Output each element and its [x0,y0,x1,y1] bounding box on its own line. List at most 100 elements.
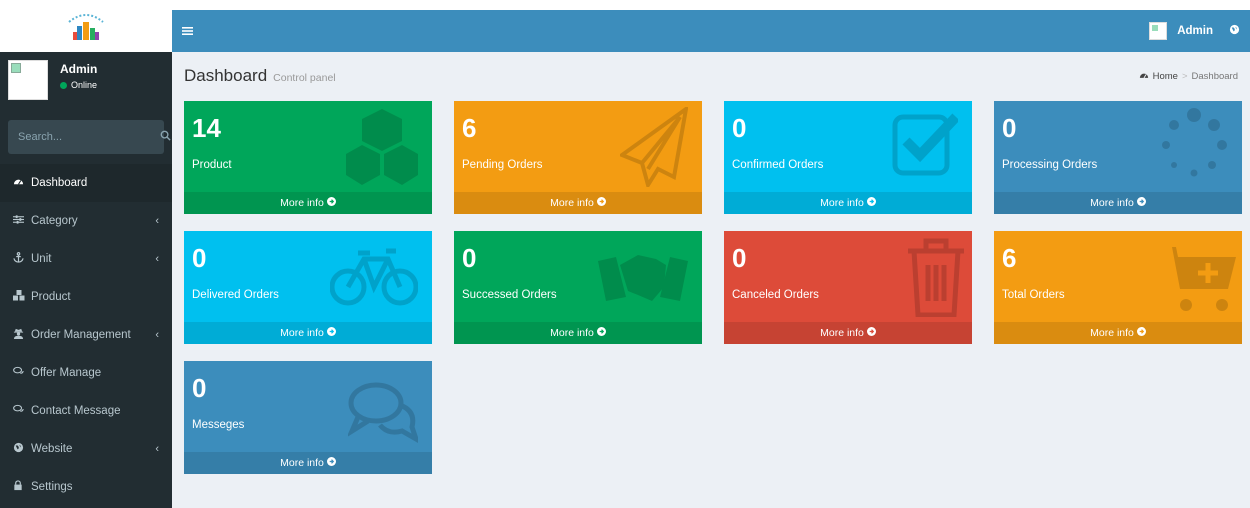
user-secret-icon [13,328,31,342]
top-navbar: Admin [172,10,1250,52]
breadcrumb-current: Dashboard [1191,70,1238,82]
sidebar-item-label: Settings [31,481,73,493]
stat-label: Product [192,159,232,171]
stat-value: 0 [732,113,747,143]
more-info-link[interactable]: More info [994,322,1242,344]
globe-icon[interactable] [1229,24,1240,38]
dashboard-icon [13,176,31,190]
stat-value: 0 [192,373,207,403]
search-icon[interactable] [160,130,171,144]
hamburger-icon[interactable] [182,23,193,40]
stat-value: 0 [1002,113,1017,143]
stat-value: 0 [462,243,477,273]
sidebar-item-settings[interactable]: Settings [0,468,172,506]
stat-box-product: 14 Product More info [184,101,432,214]
content-wrapper: Dashboard Control panel Home > Dashboard… [172,52,1250,508]
stat-box-successed-orders: 0 Successed Orders More info [454,231,702,344]
sidebar-search [8,120,171,154]
breadcrumb-separator: > [1181,70,1188,82]
more-info-label: More info [280,327,324,339]
stat-label: Confirmed Orders [732,159,824,171]
more-info-link[interactable]: More info [994,192,1242,214]
stat-label: Processing Orders [1002,159,1098,171]
stat-box-processing-orders: 0 Processing Orders More info [994,101,1242,214]
more-info-label: More info [550,327,594,339]
sidebar-item-label: Product [31,291,71,303]
sidebar-item-label: Category [31,215,78,227]
more-info-link[interactable]: More info [454,192,702,214]
more-info-link[interactable]: More info [184,192,432,214]
stat-label: Messeges [192,419,245,431]
sidebar-item-label: Website [31,443,73,455]
sidebar-item-product[interactable]: Product [0,278,172,316]
content-header: Dashboard Control panel Home > Dashboard [172,52,1250,100]
cart-plus-icon [1156,247,1236,311]
more-info-label: More info [550,197,594,209]
arrow-circle-right-icon [866,327,876,339]
arrow-circle-right-icon [596,327,606,339]
user-panel: Admin Online [0,52,172,110]
stat-box-canceled-orders: 0 Canceled Orders More info [724,231,972,344]
top-strip [172,0,1250,10]
stat-box-total-orders: 6 Total Orders More info [994,231,1242,344]
logo[interactable] [0,0,172,52]
more-info-link[interactable]: More info [724,322,972,344]
header-avatar [1149,22,1168,40]
sidebar-item-label: Order Management [31,329,131,341]
sidebar-item-dashboard[interactable]: Dashboard [0,164,172,202]
sliders-icon [13,214,31,228]
cubes-icon [13,290,31,304]
user-name: Admin [60,62,98,76]
stat-label: Pending Orders [462,159,543,171]
sidebar: Admin Online Dashboard Category ‹ [0,0,172,508]
user-status-label: Online [71,80,98,90]
more-info-link[interactable]: More info [724,192,972,214]
search-input[interactable] [18,131,160,143]
stat-value: 6 [1002,243,1017,273]
page-subtitle: Control panel [273,72,336,84]
sidebar-item-website[interactable]: Website ‹ [0,430,172,468]
arrow-circle-right-icon [326,457,336,469]
sidebar-item-label: Contact Message [31,405,121,417]
breadcrumb-home[interactable]: Home [1153,71,1178,82]
stat-label: Successed Orders [462,289,557,301]
stat-value: 0 [192,243,207,273]
stat-value: 0 [732,243,747,273]
sidebar-item-contact-message[interactable]: Contact Message [0,392,172,430]
arrow-circle-right-icon [326,327,336,339]
comments-icon [13,404,31,418]
sidebar-item-unit[interactable]: Unit ‹ [0,240,172,278]
chevron-left-icon: ‹ [155,329,159,341]
arrow-circle-right-icon [1136,197,1146,209]
online-dot-icon [60,81,67,89]
stat-box-messeges: 0 Messeges More info [184,361,432,474]
bicycle-icon [330,248,418,306]
avatar [8,60,48,100]
stat-box-confirmed-orders: 0 Confirmed Orders More info [724,101,972,214]
stat-label: Total Orders [1002,289,1065,301]
stat-value: 14 [192,113,221,143]
chevron-left-icon: ‹ [155,443,159,455]
more-info-link[interactable]: More info [184,452,432,474]
comments-icon [348,382,418,444]
more-info-label: More info [280,457,324,469]
arrow-circle-right-icon [1136,327,1146,339]
sidebar-item-category[interactable]: Category ‹ [0,202,172,240]
user-status[interactable]: Online [60,80,97,90]
dashboard-icon [1139,70,1149,82]
sidebar-item-offer-manage[interactable]: Offer Manage [0,354,172,392]
chevron-left-icon: ‹ [155,215,159,227]
sidebar-item-label: Unit [31,253,52,265]
more-info-link[interactable]: More info [184,322,432,344]
user-menu[interactable]: Admin [1149,22,1240,40]
more-info-label: More info [1090,327,1134,339]
arrow-circle-right-icon [866,197,876,209]
stat-box-pending-orders: 6 Pending Orders More info [454,101,702,214]
handshake-icon [598,255,688,301]
stat-value: 6 [462,113,477,143]
more-info-link[interactable]: More info [454,322,702,344]
sidebar-item-order-management[interactable]: Order Management ‹ [0,316,172,354]
more-info-label: More info [820,197,864,209]
more-info-label: More info [820,327,864,339]
breadcrumb: Home > Dashboard [1139,70,1238,82]
